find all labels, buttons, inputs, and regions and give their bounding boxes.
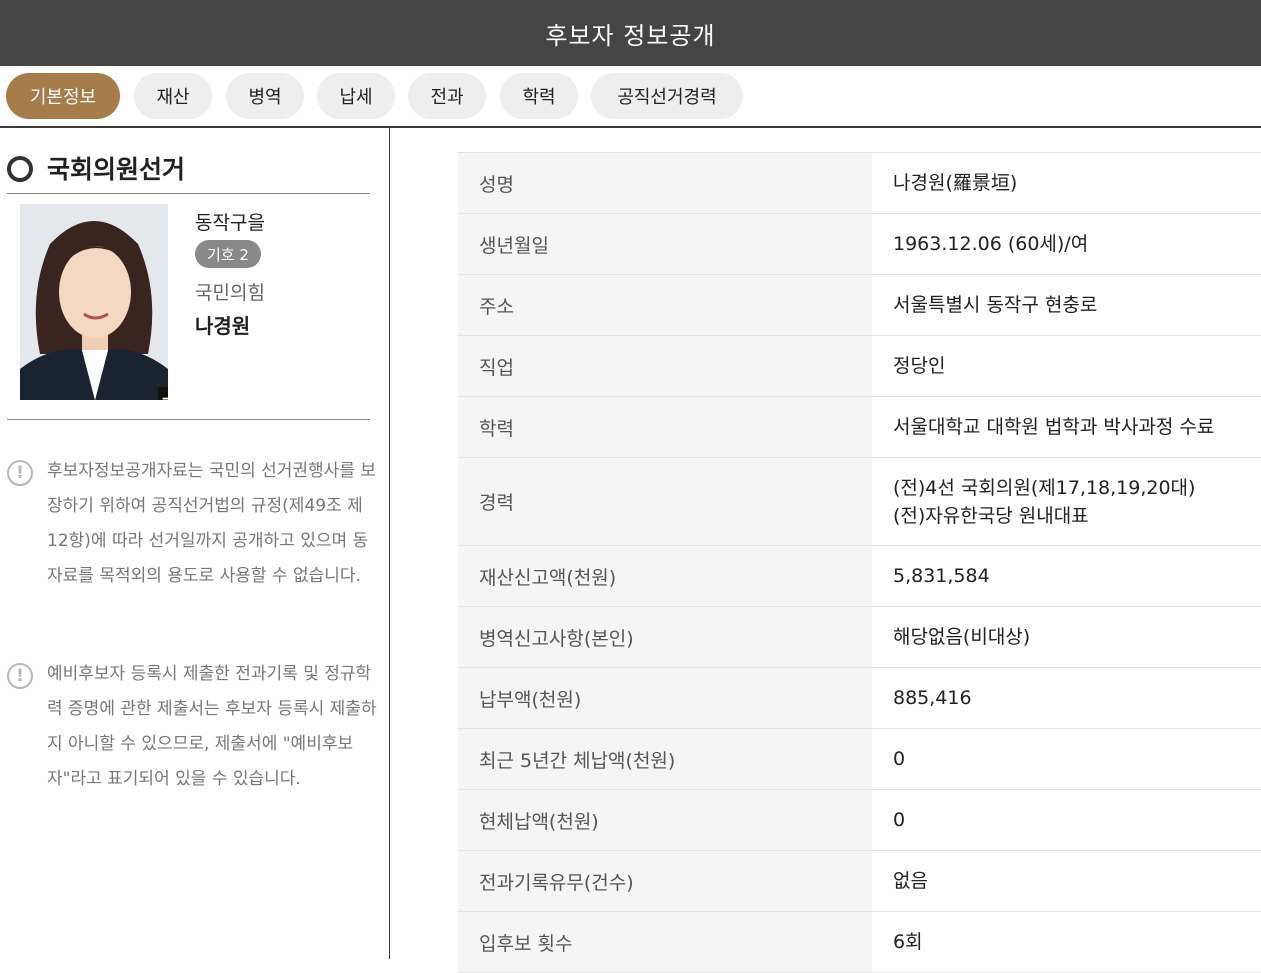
portrait-image [20, 204, 168, 400]
election-heading: 국회의원선거 [7, 148, 370, 194]
value-text: 서울대학교 대학원 법학과 박사과정 수료 [893, 416, 1215, 438]
value-text: 해당없음(비대상) [893, 626, 1031, 648]
party-label: 국민의힘 [195, 282, 265, 304]
tab-property[interactable]: 재산 [134, 73, 212, 119]
circle-bullet-icon [7, 156, 33, 182]
table-row-military: 병역신고사항(본인) 해당없음(비대상) [458, 607, 1261, 668]
candidate-profile: + 동작구을 기호 2 국민의힘 나경원 [7, 194, 370, 420]
value-text: 6회 [893, 931, 923, 953]
table-row-education: 학력 서울대학교 대학원 법학과 박사과정 수료 [458, 397, 1261, 458]
notice-preliminary: ! 예비후보자 등록시 제출한 전과기록 및 정규학력 증명에 관한 제출서는 … [7, 663, 377, 843]
tab-election-career[interactable]: 공직선거경력 [591, 73, 743, 119]
table-row-career: 경력 (전)4선 국회의원(제17,18,19,20대) (전)자유한국당 원내… [458, 458, 1261, 546]
header-bar: 후보자 정보공개 [0, 0, 1261, 66]
table-row-property: 재산신고액(천원) 5,831,584 [458, 546, 1261, 607]
row-label: 재산신고액(천원) [458, 546, 872, 606]
candidate-info-table: 성명 나경원(羅景垣) 생년월일 1963.12.06 (60세)/여 주소 서… [458, 152, 1261, 973]
value-text: 0 [893, 809, 906, 831]
notice-public-info: ! 후보자정보공개자료는 국민의 선거권행사를 보장하기 위하여 공직선거법의 … [7, 460, 376, 640]
row-label: 전과기록유무(건수) [458, 851, 872, 911]
notice-text: 후보자정보공개자료는 국민의 선거권행사를 보장하기 위하여 공직선거법의 규정… [47, 461, 377, 586]
left-panel: 국회의원선거 + 동작구을 기호 2 국민의힘 나경원 ! 후보자정보공개자료는… [0, 128, 390, 959]
tab-tax[interactable]: 납세 [317, 73, 395, 119]
value-text: 885,416 [893, 687, 972, 709]
district-label: 동작구을 [195, 212, 265, 234]
value-text: 0 [893, 748, 906, 770]
table-row-arrears-5y: 최근 5년간 체납액(천원) 0 [458, 729, 1261, 790]
table-row-address: 주소 서울특별시 동작구 현충로 [458, 275, 1261, 336]
table-row-candidacy-count: 입후보 횟수 6회 [458, 912, 1261, 973]
row-value: 6회 [872, 912, 1261, 972]
value-text: 없음 [893, 870, 928, 892]
row-label: 주소 [458, 275, 872, 335]
tab-bar: 기본정보 재산 병역 납세 전과 학력 공직선거경력 [0, 66, 1261, 128]
row-label: 직업 [458, 336, 872, 396]
row-label: 납부액(천원) [458, 668, 872, 728]
photo-expand-icon[interactable]: + [158, 387, 168, 400]
value-text: (전)4선 국회의원(제17,18,19,20대) [893, 476, 1196, 499]
candidate-name: 나경원 [195, 314, 251, 338]
value-text: 나경원(羅景垣) [893, 172, 1018, 194]
row-label: 생년월일 [458, 214, 872, 274]
row-value: 나경원(羅景垣) [872, 153, 1261, 213]
row-value: 5,831,584 [872, 546, 1261, 606]
table-row-current-arrears: 현체납액(천원) 0 [458, 790, 1261, 851]
tab-military[interactable]: 병역 [226, 73, 304, 119]
row-label: 입후보 횟수 [458, 912, 872, 972]
row-value: (전)4선 국회의원(제17,18,19,20대) (전)자유한국당 원내대표 [872, 458, 1261, 545]
table-row-name: 성명 나경원(羅景垣) [458, 153, 1261, 214]
row-value: 885,416 [872, 668, 1261, 728]
row-label: 학력 [458, 397, 872, 457]
table-row-birthdate: 생년월일 1963.12.06 (60세)/여 [458, 214, 1261, 275]
row-label: 경력 [458, 458, 872, 545]
row-label: 최근 5년간 체납액(천원) [458, 729, 872, 789]
row-value: 없음 [872, 851, 1261, 911]
row-value: 서울특별시 동작구 현충로 [872, 275, 1261, 335]
tab-education[interactable]: 학력 [500, 73, 578, 119]
row-value: 1963.12.06 (60세)/여 [872, 214, 1261, 274]
exclamation-icon: ! [7, 663, 33, 689]
exclamation-icon: ! [7, 460, 33, 486]
page-title: 후보자 정보공개 [545, 21, 716, 50]
tab-criminal-record[interactable]: 전과 [408, 73, 486, 119]
row-value: 정당인 [872, 336, 1261, 396]
tab-basic-info[interactable]: 기본정보 [6, 73, 120, 119]
value-text: (전)자유한국당 원내대표 [893, 504, 1089, 527]
table-row-tax-paid: 납부액(천원) 885,416 [458, 668, 1261, 729]
row-value: 0 [872, 729, 1261, 789]
table-row-criminal-record: 전과기록유무(건수) 없음 [458, 851, 1261, 912]
notice-text: 예비후보자 등록시 제출한 전과기록 및 정규학력 증명에 관한 제출서는 후보… [47, 664, 377, 789]
value-text: 1963.12.06 (60세)/여 [893, 233, 1089, 255]
row-value: 0 [872, 790, 1261, 850]
row-value: 해당없음(비대상) [872, 607, 1261, 667]
row-label: 병역신고사항(본인) [458, 607, 872, 667]
candidate-photo[interactable]: + [20, 204, 168, 400]
election-title: 국회의원선거 [47, 155, 186, 184]
value-text: 서울특별시 동작구 현충로 [893, 294, 1098, 316]
value-text: 정당인 [893, 355, 946, 377]
row-label: 성명 [458, 153, 872, 213]
value-text: 5,831,584 [893, 565, 990, 587]
row-label: 현체납액(천원) [458, 790, 872, 850]
table-row-occupation: 직업 정당인 [458, 336, 1261, 397]
row-value: 서울대학교 대학원 법학과 박사과정 수료 [872, 397, 1261, 457]
candidate-number-badge: 기호 2 [195, 240, 261, 268]
